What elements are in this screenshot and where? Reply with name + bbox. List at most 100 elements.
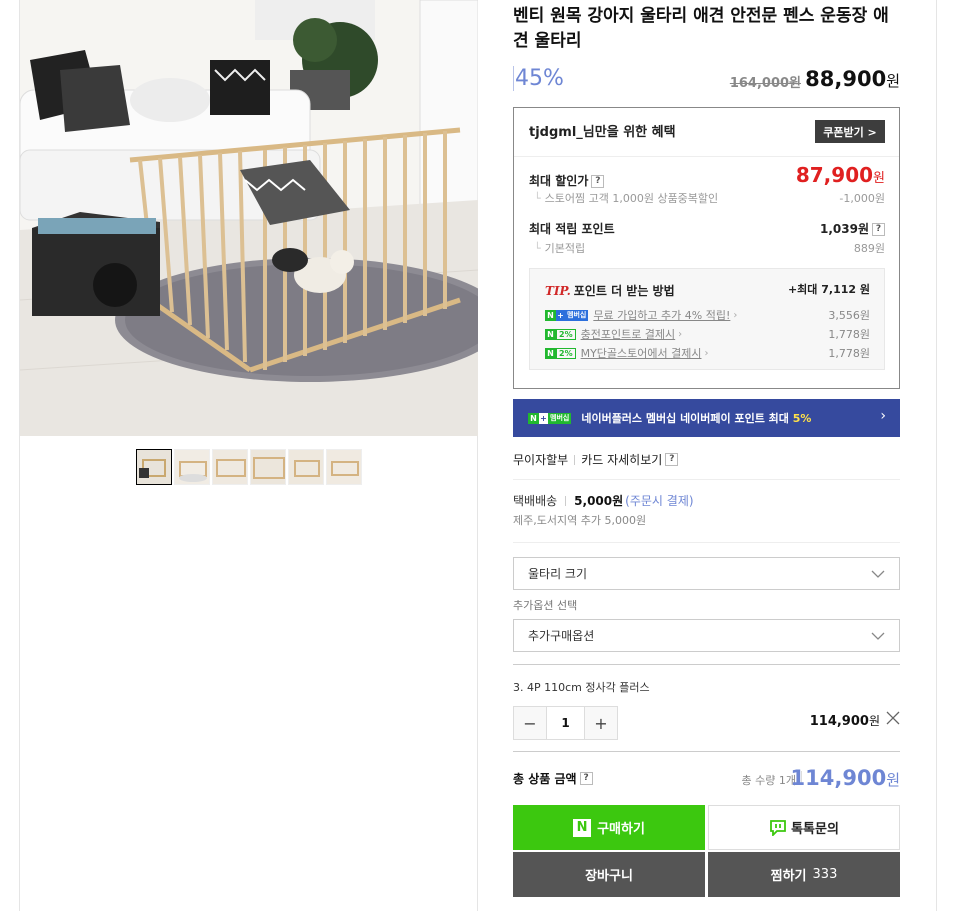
tip-row-membership[interactable]: N + 멤버십 무료 가입하고 추가 4% 적립! › bbox=[545, 307, 737, 323]
max-points-value-text: 1,039원 bbox=[820, 222, 869, 236]
card-detail-link[interactable]: 카드 자세히보기 bbox=[581, 451, 662, 468]
chevron-right-icon: › bbox=[880, 408, 886, 424]
currency-unit: 원 bbox=[873, 171, 885, 186]
naver-plus-membership-icon: N + 멤버십 bbox=[528, 412, 572, 424]
thumbnail-2[interactable] bbox=[174, 449, 210, 485]
selected-option-name: 3. 4P 110cm 정사각 플러스 bbox=[513, 681, 650, 694]
original-price: 164,000원 bbox=[729, 76, 801, 91]
shipping-price: 5,000원 bbox=[574, 494, 624, 508]
tip-max-points: +최대 7,112 원 bbox=[787, 283, 870, 296]
selected-option-price: 114,900원 bbox=[810, 712, 880, 729]
badge-text: 2% bbox=[556, 347, 576, 359]
max-points-label-text: 최대 적립 포인트 bbox=[529, 222, 615, 236]
chevron-down-icon bbox=[871, 632, 885, 640]
max-discount-price: 87,900원 bbox=[796, 163, 885, 187]
thumbnail-strip bbox=[136, 449, 362, 485]
select-value: 추가구매옵션 bbox=[528, 629, 595, 643]
max-discount-sub: └ 스토어찜 고객 1,000원 상품중복할인 bbox=[534, 192, 719, 205]
product-gallery bbox=[19, 0, 478, 911]
product-title: 벤티 원목 강아지 울타리 애견 안전문 펜스 운동장 애견 울타리 bbox=[513, 6, 889, 51]
help-icon[interactable]: ? bbox=[591, 175, 605, 188]
buy-label: 구매하기 bbox=[597, 822, 645, 837]
thumbnail-5[interactable] bbox=[288, 449, 324, 485]
buy-button[interactable]: N 구매하기 bbox=[513, 805, 705, 850]
chevron-right-icon: › bbox=[678, 328, 683, 340]
quantity-value[interactable]: 1 bbox=[546, 707, 585, 739]
basic-points-label: 기본적립 bbox=[544, 242, 586, 255]
thumbnail-1[interactable] bbox=[136, 449, 172, 485]
badge-text: 2% bbox=[556, 328, 576, 340]
naver-pay-badge-icon: N 2% bbox=[545, 328, 576, 340]
tip-row-value: 3,556원 bbox=[828, 309, 870, 322]
max-discount-label: 최대 할인가? bbox=[529, 172, 605, 189]
tip-row-text[interactable]: 무료 가입하고 추가 4% 적립! bbox=[593, 307, 730, 323]
shipping-method: 택배배송 bbox=[513, 494, 558, 508]
divider bbox=[514, 156, 899, 157]
naver-membership-badge-icon: N + 멤버십 bbox=[545, 309, 589, 321]
additional-option-select[interactable]: 추가구매옵션 bbox=[513, 619, 900, 652]
tip-row-charge[interactable]: N 2% 충전포인트로 결제시 › bbox=[545, 326, 682, 342]
thumbnail-6[interactable] bbox=[326, 449, 362, 485]
benefit-box: tjdgml_님만을 위한 혜택 쿠폰받기 > 최대 할인가? 87,900원 … bbox=[513, 107, 900, 389]
increase-button[interactable]: + bbox=[585, 707, 617, 739]
benefit-heading: tjdgml_님만을 위한 혜택 bbox=[529, 125, 676, 140]
fence-size-select[interactable]: 울타리 크기 bbox=[513, 557, 900, 590]
chevron-down-icon bbox=[871, 570, 885, 578]
total-quantity: 총 수량 1개 bbox=[741, 774, 796, 787]
membership-highlight: 5% bbox=[792, 412, 812, 425]
tip-row-store[interactable]: N 2% MY단골스토어에서 결제시 › bbox=[545, 345, 709, 361]
help-icon[interactable]: ? bbox=[665, 453, 679, 466]
decrease-button[interactable]: − bbox=[514, 707, 546, 739]
currency-unit: 원 bbox=[868, 714, 880, 728]
naver-n-icon: N bbox=[573, 818, 592, 837]
cart-button[interactable]: 장바구니 bbox=[513, 852, 705, 897]
divider bbox=[513, 751, 900, 752]
membership-banner[interactable]: N + 멤버십 네이버플러스 멤버십 네이버페이 포인트 최대 5% › bbox=[513, 399, 900, 437]
max-points-value: 1,039원? bbox=[820, 220, 885, 237]
main-product-image[interactable] bbox=[20, 0, 478, 436]
basic-points: └ 기본적립 bbox=[534, 242, 586, 255]
divider bbox=[936, 0, 937, 911]
membership-text: 네이버플러스 멤버십 네이버페이 포인트 최대 bbox=[581, 412, 789, 425]
tip-row-text[interactable]: MY단골스토어에서 결제시 bbox=[581, 345, 702, 361]
currency-unit: 원 bbox=[886, 771, 900, 789]
currency-unit: 원 bbox=[886, 72, 900, 90]
discount-rate: 45% bbox=[513, 66, 564, 91]
chevron-right-icon: › bbox=[733, 309, 738, 321]
tip-row-text[interactable]: 충전포인트로 결제시 bbox=[581, 326, 676, 342]
membership-banner-text: 네이버플러스 멤버십 네이버페이 포인트 최대 5% bbox=[581, 410, 811, 426]
wishlist-button[interactable]: 찜하기 333 bbox=[708, 852, 900, 897]
talktalk-inquiry-button[interactable]: 톡톡문의 bbox=[708, 805, 900, 850]
badge-text: 멤버십 bbox=[548, 412, 572, 424]
divider bbox=[513, 664, 900, 665]
wish-count: 333 bbox=[812, 867, 838, 882]
chevron-right-icon: › bbox=[704, 347, 709, 359]
thumbnail-4[interactable] bbox=[250, 449, 286, 485]
wish-label: 찜하기 bbox=[770, 869, 807, 884]
badge-text: 멤버십 bbox=[565, 309, 589, 321]
help-icon[interactable]: ? bbox=[872, 223, 885, 236]
coupon-button[interactable]: 쿠폰받기 > bbox=[815, 120, 885, 143]
points-tip-box: TIP. 포인트 더 받는 방법 +최대 7,112 원 N + 멤버십 무료 가입하… bbox=[529, 268, 885, 370]
tip-row-value: 1,778원 bbox=[828, 328, 870, 341]
total-price-value: 114,900 bbox=[790, 766, 887, 790]
sale-price-value: 88,900 bbox=[805, 67, 887, 91]
divider bbox=[513, 542, 900, 543]
sale-price: 88,900원 bbox=[805, 67, 900, 91]
divider bbox=[513, 479, 900, 480]
max-points-label: 최대 적립 포인트 bbox=[529, 220, 615, 237]
close-icon[interactable] bbox=[886, 711, 900, 725]
help-icon[interactable]: ? bbox=[579, 772, 593, 785]
shipping-note: (주문시 결제) bbox=[625, 494, 694, 508]
total-label: 총 상품 금액? bbox=[513, 770, 593, 787]
thumbnail-3[interactable] bbox=[212, 449, 248, 485]
selected-price-value: 114,900 bbox=[809, 714, 869, 729]
payment-info: 무이자할부 카드 자세히보기 ? bbox=[513, 451, 679, 468]
quantity-stepper: − 1 + bbox=[513, 706, 618, 740]
installment-text: 무이자할부 bbox=[513, 453, 569, 467]
tip-heading-text: 포인트 더 받는 방법 bbox=[573, 284, 675, 298]
max-discount-label-text: 최대 할인가 bbox=[529, 174, 589, 188]
basic-points-value: 889원 bbox=[853, 242, 885, 255]
talk-label: 톡톡문의 bbox=[791, 822, 839, 837]
max-discount-sub-value: -1,000원 bbox=[839, 192, 885, 205]
